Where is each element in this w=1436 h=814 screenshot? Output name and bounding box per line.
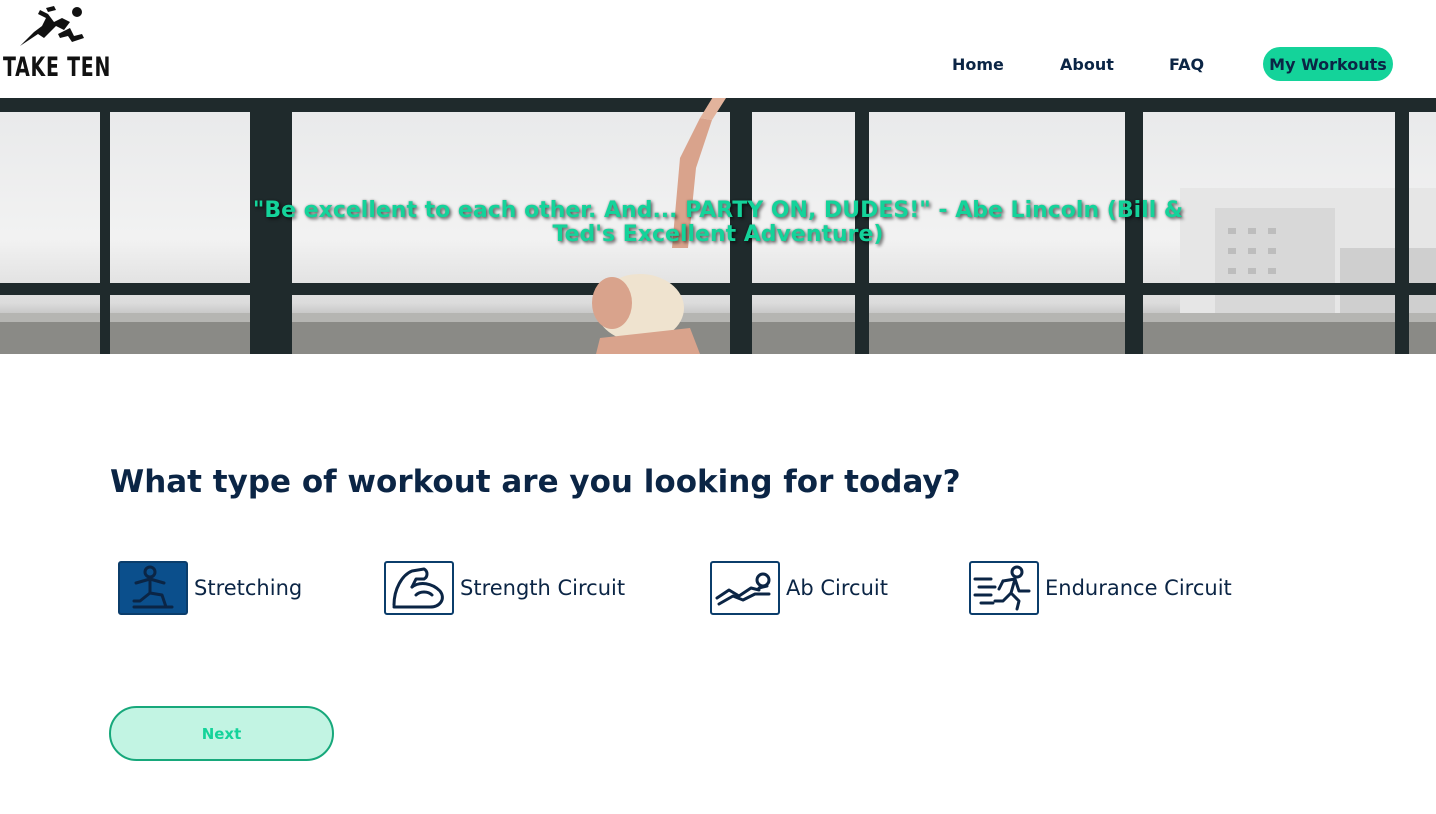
option-strength-circuit[interactable]: Strength Circuit <box>384 561 625 615</box>
my-workouts-button[interactable]: My Workouts <box>1263 47 1393 81</box>
option-label: Endurance Circuit <box>1045 576 1232 600</box>
option-label: Strength Circuit <box>460 576 626 600</box>
option-stretching[interactable]: Stretching <box>118 561 302 615</box>
option-endurance-circuit[interactable]: Endurance Circuit <box>969 561 1232 615</box>
nav-home-link[interactable]: Home <box>952 55 1004 74</box>
hero-banner: "Be excellent to each other. And... PART… <box>0 98 1436 354</box>
option-ab-circuit[interactable]: Ab Circuit <box>710 561 888 615</box>
hero-quote: "Be excellent to each other. And... PART… <box>252 198 1184 247</box>
option-label: Stretching <box>194 576 303 600</box>
situp-icon <box>710 561 780 615</box>
running-person-icon <box>969 561 1039 615</box>
workout-type-question: What type of workout are you looking for… <box>110 464 961 500</box>
site-header: TAKE TEN Home About FAQ My Workouts <box>0 0 1436 98</box>
nav-faq-link[interactable]: FAQ <box>1169 55 1204 74</box>
runner-logo-icon <box>20 6 84 46</box>
option-label: Ab Circuit <box>786 576 888 600</box>
stretching-icon <box>118 561 188 615</box>
nav-about-link[interactable]: About <box>1060 55 1114 74</box>
next-button[interactable]: Next <box>109 706 334 761</box>
main-nav: Home About FAQ My Workouts <box>0 47 1436 81</box>
flexed-arm-icon <box>384 561 454 615</box>
